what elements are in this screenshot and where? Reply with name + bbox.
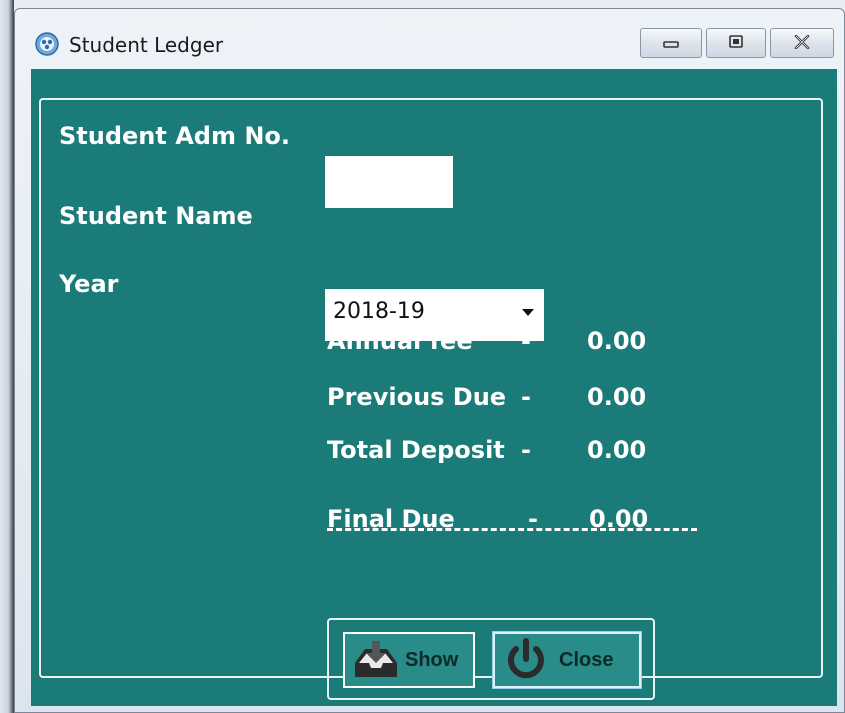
maximize-icon xyxy=(728,34,744,53)
close-button[interactable]: Close xyxy=(492,631,642,689)
minimize-button[interactable] xyxy=(640,28,702,58)
final-due-dash: - xyxy=(528,505,538,533)
action-button-group: Show Close xyxy=(327,618,655,700)
ledger-panel: Student Adm No. Student Name Year 2018-1… xyxy=(39,98,823,700)
student-name-label: Student Name xyxy=(59,202,253,230)
close-button-label: Close xyxy=(559,648,614,671)
annual-fee-label: Annual fee xyxy=(327,327,473,355)
power-icon xyxy=(503,637,549,683)
inbox-download-icon xyxy=(351,639,401,681)
adm-no-label: Student Adm No. xyxy=(59,122,291,150)
background-window-edge xyxy=(0,0,14,713)
total-deposit-dash: - xyxy=(521,436,531,464)
year-label: Year xyxy=(59,270,119,298)
close-icon xyxy=(793,34,811,53)
final-due-value: 0.00 xyxy=(589,505,649,533)
minimize-icon xyxy=(663,34,679,53)
previous-due-label: Previous Due xyxy=(327,383,507,411)
annual-fee-value: 0.00 xyxy=(587,327,647,355)
previous-due-dash: - xyxy=(521,383,531,411)
window-close-button[interactable] xyxy=(770,28,834,58)
app-icon xyxy=(35,32,59,56)
show-button-label: Show xyxy=(405,648,459,671)
year-selected-value: 2018-19 xyxy=(333,299,425,324)
maximize-button[interactable] xyxy=(706,28,766,58)
dropdown-arrow-icon[interactable] xyxy=(522,309,534,316)
window-title: Student Ledger xyxy=(69,33,224,57)
client-area: Student Adm No. Student Name Year 2018-1… xyxy=(31,69,837,706)
student-ledger-window: Student Ledger Student Adm No. Student N… xyxy=(14,8,845,713)
total-deposit-value: 0.00 xyxy=(587,436,647,464)
final-due-label: Final Due xyxy=(327,505,455,533)
title-bar[interactable]: Student Ledger xyxy=(15,9,844,69)
total-deposit-label: Total Deposit xyxy=(327,436,505,464)
adm-no-input[interactable] xyxy=(325,156,453,208)
annual-fee-dash: - xyxy=(521,327,531,355)
show-button[interactable]: Show xyxy=(343,632,475,688)
previous-due-value: 0.00 xyxy=(587,383,647,411)
